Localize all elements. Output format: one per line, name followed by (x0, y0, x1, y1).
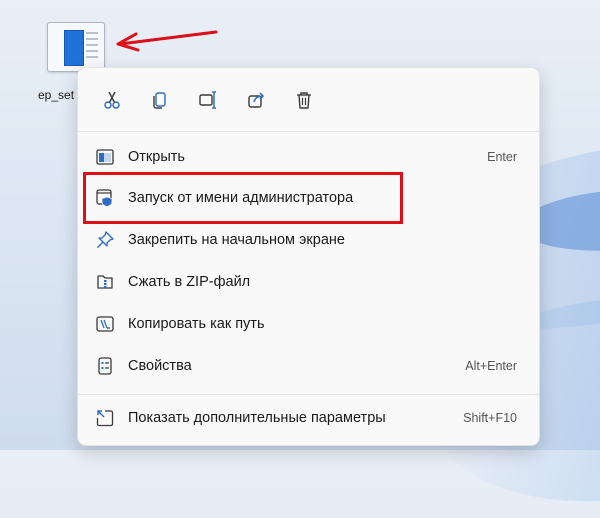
trash-icon (297, 92, 311, 109)
menu-item-more-options[interactable]: Показать дополнительные параметры Shift+… (86, 400, 531, 436)
menu-item-zip[interactable]: Сжать в ZIP-файл (86, 264, 531, 300)
properties-icon (94, 355, 116, 377)
menu-item-label: Открыть (128, 149, 185, 165)
copy-icon (153, 92, 166, 109)
menu-divider (78, 131, 539, 132)
menu-item-label: Показать дополнительные параметры (128, 410, 386, 426)
menu-item-copy-path[interactable]: Копировать как путь (86, 306, 531, 342)
menu-item-label: Свойства (128, 358, 192, 374)
menu-item-label: Копировать как путь (128, 316, 265, 332)
menu-item-open[interactable]: Открыть Enter (86, 139, 531, 175)
desktop-file-icon[interactable] (47, 22, 105, 72)
executable-file-icon (47, 22, 105, 72)
zip-icon (94, 271, 116, 293)
share-button[interactable] (232, 84, 280, 116)
cut-button[interactable] (88, 84, 136, 116)
window-icon (94, 146, 116, 168)
annotation-arrow-icon (116, 30, 218, 52)
annotation-highlight-box (83, 172, 403, 224)
menu-divider (78, 394, 539, 395)
shortcut-label: Shift+F10 (463, 411, 517, 425)
share-icon (248, 92, 265, 108)
context-menu-toolbar (88, 84, 328, 116)
rename-button[interactable] (184, 84, 232, 116)
menu-item-pin-start[interactable]: Закрепить на начальном экране (86, 222, 531, 258)
copy-button[interactable] (136, 84, 184, 116)
pin-icon (94, 229, 116, 251)
context-menu: Открыть Enter Запуск от имени администра… (77, 67, 540, 446)
delete-button[interactable] (280, 84, 328, 116)
menu-item-label: Сжать в ZIP-файл (128, 274, 251, 290)
path-icon (94, 313, 116, 335)
more-options-icon (94, 407, 116, 429)
desktop-icon-label[interactable]: ep_set (38, 88, 74, 102)
rename-icon (199, 91, 216, 109)
menu-item-properties[interactable]: Свойства Alt+Enter (86, 348, 531, 384)
scissors-icon (104, 91, 120, 109)
shortcut-label: Alt+Enter (465, 359, 517, 373)
menu-item-label: Закрепить на начальном экране (128, 232, 345, 248)
shortcut-label: Enter (487, 150, 517, 164)
